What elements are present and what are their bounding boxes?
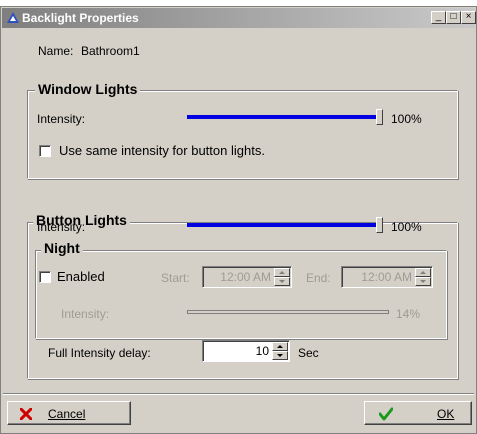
spin-down-icon[interactable] — [415, 277, 431, 286]
night-intensity-slider[interactable] — [187, 310, 389, 314]
night-intensity-value: 14% — [396, 307, 421, 321]
night-end-spin-buttons[interactable] — [415, 268, 431, 286]
button-intensity-slider[interactable] — [187, 223, 379, 227]
spin-down-icon[interactable] — [272, 351, 288, 360]
cancel-button[interactable]: Cancel — [7, 401, 131, 425]
ok-label: OK — [437, 407, 455, 421]
spin-up-icon[interactable] — [274, 268, 290, 277]
night-start-label: Start: — [161, 271, 190, 285]
maximize-button[interactable]: □ — [446, 11, 461, 24]
window-intensity-label: Intensity: — [37, 112, 86, 126]
night-start-spin-buttons[interactable] — [274, 268, 290, 286]
delay-value[interactable]: 10 — [256, 344, 269, 358]
title-bar: Backlight Properties _ □ × — [2, 8, 476, 28]
name-label: Name: — [38, 44, 74, 58]
minimize-button[interactable]: _ — [431, 11, 446, 24]
window-intensity-value: 100% — [391, 112, 422, 126]
delay-spin-buttons[interactable] — [272, 342, 288, 360]
night-enabled-checkbox[interactable] — [39, 271, 51, 283]
window-lights-legend: Window Lights — [35, 81, 141, 97]
same-intensity-checkbox[interactable] — [39, 145, 51, 157]
dialog-window: Backlight Properties _ □ × Name: Bathroo… — [0, 6, 477, 434]
window-intensity-thumb[interactable] — [376, 109, 383, 125]
delay-unit: Sec — [298, 346, 319, 360]
night-start-value: 12:00 AM — [220, 270, 271, 284]
night-legend: Night — [41, 240, 83, 256]
button-intensity-label: Intensity: — [37, 220, 86, 234]
night-enabled-label: Enabled — [57, 269, 105, 284]
delay-spinner[interactable]: 10 — [202, 340, 290, 362]
name-value: Bathroom1 — [81, 44, 140, 58]
close-button[interactable]: × — [461, 11, 476, 24]
night-group — [35, 250, 447, 339]
cancel-icon — [20, 408, 32, 420]
app-icon — [7, 12, 19, 23]
cancel-label: Cancel — [48, 407, 86, 421]
spin-up-icon[interactable] — [415, 268, 431, 277]
button-intensity-value: 100% — [391, 220, 422, 234]
check-icon — [379, 407, 393, 421]
spin-down-icon[interactable] — [274, 277, 290, 286]
night-start-spinner[interactable]: 12:00 AM — [202, 266, 292, 288]
window-lights-group — [27, 90, 458, 179]
same-intensity-label: Use same intensity for button lights. — [59, 143, 265, 158]
window-intensity-slider[interactable] — [187, 115, 379, 119]
night-end-spinner[interactable]: 12:00 AM — [341, 266, 433, 288]
night-intensity-label: Intensity: — [61, 307, 110, 321]
ok-button[interactable]: OK — [364, 401, 472, 425]
spin-up-icon[interactable] — [272, 342, 288, 351]
footer-separator — [3, 393, 474, 395]
night-end-label: End: — [306, 271, 331, 285]
button-intensity-thumb[interactable] — [376, 217, 383, 233]
night-end-value: 12:00 AM — [361, 270, 412, 284]
delay-label: Full Intensity delay: — [48, 346, 151, 360]
window-title: Backlight Properties — [22, 11, 139, 25]
